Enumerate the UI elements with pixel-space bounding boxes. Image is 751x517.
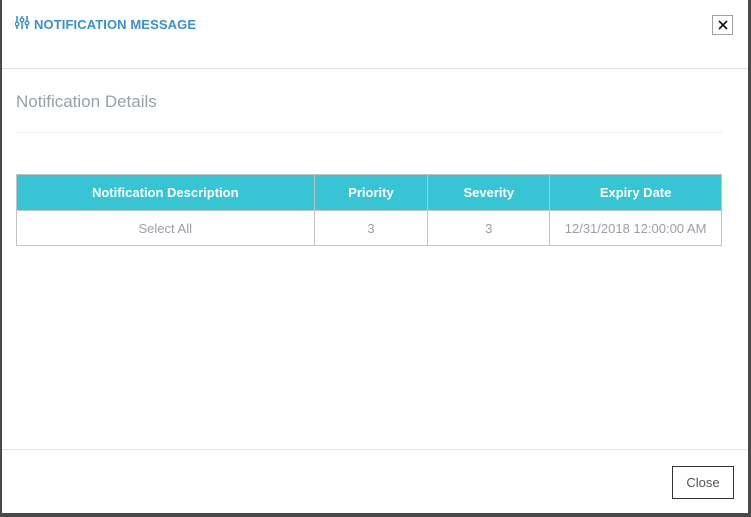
modal-title-text: NOTIFICATION MESSAGE — [34, 16, 197, 32]
sliders-icon — [14, 16, 34, 32]
modal-title: NOTIFICATION MESSAGE — [14, 16, 197, 32]
column-header-expiry-date: Expiry Date — [549, 174, 722, 211]
close-button[interactable]: Close — [672, 466, 734, 499]
column-header-priority: Priority — [313, 174, 429, 211]
notification-table: Notification Description Priority Severi… — [16, 174, 722, 246]
cell-description[interactable]: Select All — [16, 210, 315, 246]
notification-modal: NOTIFICATION MESSAGE Notification Detail… — [2, 0, 748, 513]
modal-header: NOTIFICATION MESSAGE — [2, 0, 748, 69]
column-header-severity: Severity — [427, 174, 551, 211]
section-title: Notification Details — [16, 92, 157, 111]
cell-expiry-date: 12/31/2018 12:00:00 AM — [549, 210, 722, 246]
section-divider — [16, 132, 722, 133]
cell-priority: 3 — [313, 210, 429, 246]
modal-close-x-button[interactable] — [712, 15, 733, 35]
modal-footer: Close — [2, 449, 748, 513]
table-header-row: Notification Description Priority Severi… — [16, 174, 722, 211]
close-icon — [717, 18, 728, 33]
column-header-description: Notification Description — [16, 174, 315, 211]
table-row[interactable]: Select All 3 3 12/31/2018 12:00:00 AM — [16, 210, 722, 246]
cell-severity: 3 — [427, 210, 551, 246]
